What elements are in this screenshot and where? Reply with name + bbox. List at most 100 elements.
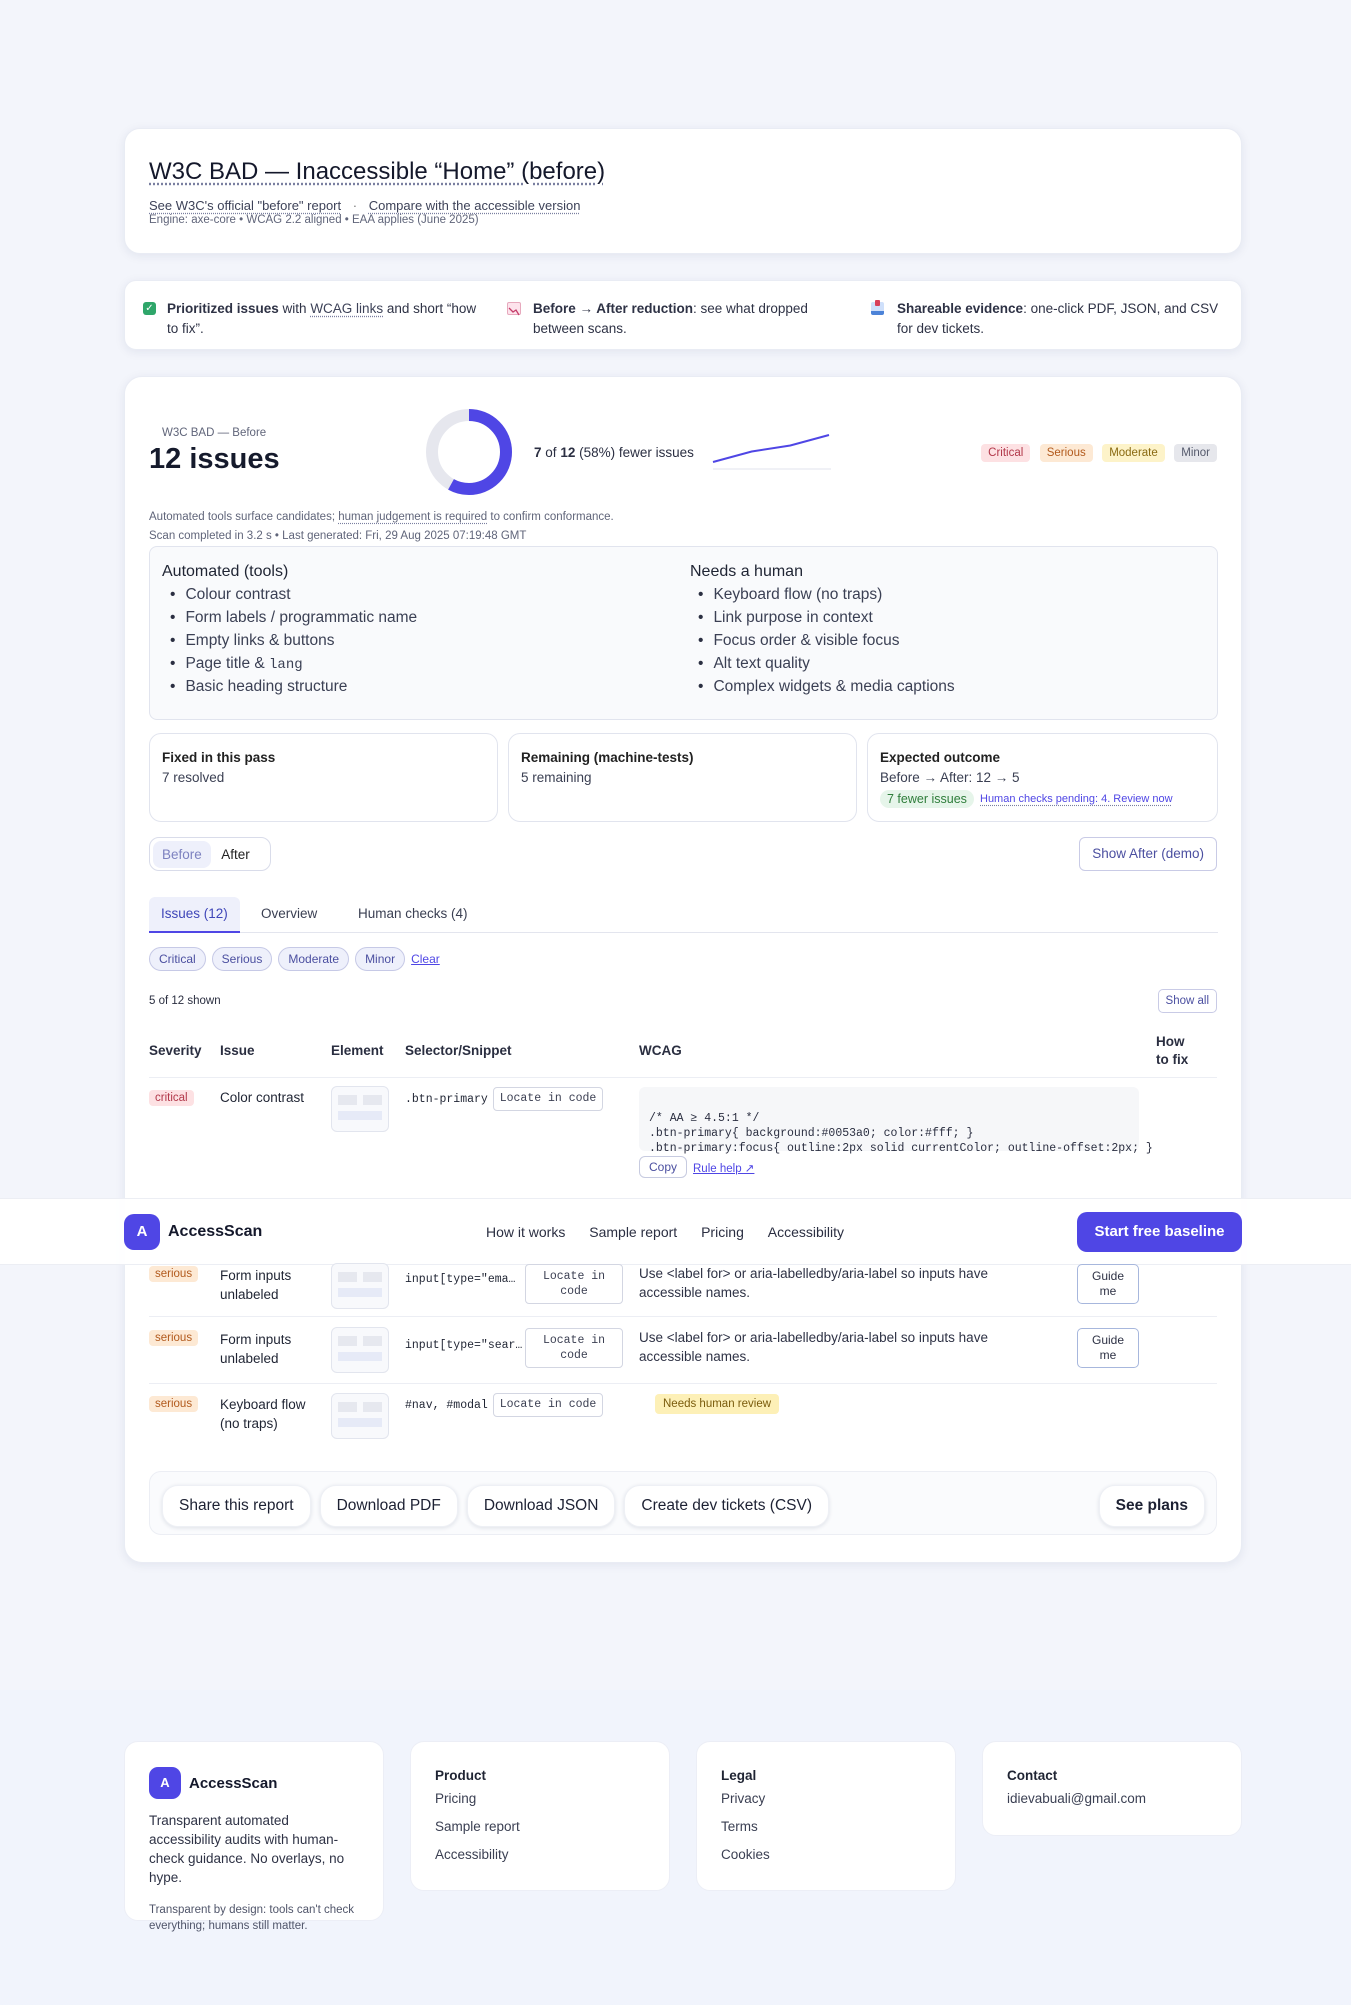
- code-line: .btn-primary:focus{ outline:2px solid cu…: [649, 1142, 1153, 1155]
- legend-serious: Serious: [1039, 444, 1093, 462]
- footer-link-accessibility[interactable]: Accessibility: [435, 1847, 645, 1862]
- footer-link-privacy[interactable]: Privacy: [721, 1791, 931, 1806]
- tab-human-checks[interactable]: Human checks (4): [358, 906, 468, 921]
- show-all-button[interactable]: Show all: [1157, 989, 1217, 1013]
- toggle-before[interactable]: Before: [153, 841, 211, 868]
- selector-snippet: .btn-primary: [405, 1093, 488, 1106]
- trend-sparkline: [712, 434, 831, 470]
- legend-critical: Critical: [981, 444, 1031, 462]
- brand-name[interactable]: AccessScan: [168, 1223, 262, 1241]
- footer-brand-card: A AccessScan Transparent automated acces…: [124, 1741, 384, 1932]
- feature-title: Shareable evidence: [897, 301, 1024, 316]
- code-fix-snippet: /* AA ≥ 4.5:1 */ .btn-primary{ background…: [639, 1087, 1153, 1155]
- nav-how-it-works[interactable]: How it works: [486, 1224, 565, 1240]
- feature-title: Before → After reduction: [533, 301, 694, 316]
- locate-line: code: [560, 1285, 588, 1298]
- copy-button[interactable]: Copy: [639, 1156, 688, 1178]
- issue-line: unlabeled: [220, 1287, 279, 1302]
- col-issue: Issue: [220, 1043, 255, 1058]
- footer-tagline: Transparent automated accessibility audi…: [149, 1813, 345, 1885]
- locate-in-code-button[interactable]: Locate in code: [493, 1393, 603, 1417]
- wcag-links-link[interactable]: WCAG links: [310, 301, 383, 316]
- row-divider: [149, 1316, 1217, 1317]
- locate-in-code-button[interactable]: Locate in code: [525, 1264, 623, 1304]
- automated-title: Automated (tools): [162, 563, 289, 580]
- filter-serious[interactable]: Serious: [211, 947, 273, 971]
- footer-link-terms[interactable]: Terms: [721, 1819, 931, 1834]
- automated-column: Automated (tools) Colour contrast Form l…: [162, 563, 417, 696]
- footer-logo-badge[interactable]: A: [149, 1767, 181, 1799]
- tab-issues[interactable]: Issues (12): [149, 897, 240, 933]
- stat-title: Expected outcome: [880, 750, 1001, 765]
- fix-suggestion: Use <label for> or aria-labelledby/aria-…: [639, 1328, 988, 1366]
- feature-reduction: Before → After reduction: see what dropp…: [507, 299, 852, 339]
- human-judgement-link[interactable]: human judgement is required: [338, 511, 487, 523]
- fixed-stat: Fixed in this pass 7 resolved: [149, 733, 498, 822]
- footer-link-sample-report[interactable]: Sample report: [435, 1819, 645, 1834]
- create-tickets-button[interactable]: Create dev tickets (CSV): [624, 1485, 829, 1527]
- selector-snippet: input[type="sear…: [405, 1339, 523, 1352]
- footer-link-cookies[interactable]: Cookies: [721, 1847, 931, 1862]
- col-severity: Severity: [149, 1043, 202, 1058]
- chart-down-icon: [507, 302, 521, 316]
- footer-link-pricing[interactable]: Pricing: [435, 1791, 645, 1806]
- scan-info: Scan completed in 3.2 s • Last generated…: [149, 530, 527, 542]
- before-count: 12: [560, 445, 576, 460]
- guide-me-button[interactable]: Guide me: [1077, 1264, 1139, 1304]
- download-json-button[interactable]: Download JSON: [466, 1485, 616, 1527]
- item-text: Page title &: [185, 655, 270, 672]
- legend-moderate: Moderate: [1102, 444, 1165, 462]
- feature-strip: ✓ Prioritized issues with WCAG links and…: [124, 280, 1242, 350]
- filter-minor[interactable]: Minor: [355, 947, 406, 971]
- checkbox-icon: ✓: [143, 302, 156, 315]
- list-item: Focus order & visible focus: [698, 632, 955, 650]
- fix-suggestion: Use <label for> or aria-labelledby/aria-…: [639, 1264, 988, 1302]
- start-baseline-button[interactable]: Start free baseline: [1077, 1212, 1242, 1252]
- footer-note: Transparent by design: tools can't check…: [149, 1904, 355, 1932]
- list-item: Colour contrast: [170, 586, 417, 604]
- human-column: Needs a human Keyboard flow (no traps) L…: [690, 563, 955, 696]
- list-item: Form labels / programmatic name: [170, 609, 417, 627]
- feature-title: Prioritized issues: [167, 301, 279, 316]
- element-thumbnail: [331, 1263, 389, 1309]
- nav-pricing[interactable]: Pricing: [701, 1224, 744, 1240]
- guide-me-button[interactable]: Guide me: [1077, 1328, 1139, 1368]
- tab-overview[interactable]: Overview: [261, 906, 317, 921]
- share-report-button[interactable]: Share this report: [162, 1485, 311, 1527]
- filter-critical[interactable]: Critical: [149, 947, 206, 971]
- nav-links: How it works Sample report Pricing Acces…: [486, 1224, 844, 1240]
- footer-contact-email[interactable]: idievabuali@gmail.com: [1007, 1791, 1217, 1806]
- download-pdf-button[interactable]: Download PDF: [319, 1485, 458, 1527]
- toggle-after[interactable]: After: [215, 841, 256, 868]
- human-checks-link[interactable]: Human checks pending: 4. Review now: [980, 793, 1173, 805]
- locate-in-code-button[interactable]: Locate in code: [525, 1328, 623, 1368]
- issue-name: Keyboard flow (no traps): [220, 1395, 306, 1433]
- shown-count: 5 of 12 shown: [149, 995, 221, 1007]
- logo-badge[interactable]: A: [124, 1214, 160, 1250]
- issue-count: 12 issues: [149, 443, 280, 475]
- locate-line: code: [560, 1349, 588, 1362]
- fewer-badge: 7 fewer issues: [880, 790, 974, 808]
- clear-filters-link[interactable]: Clear: [411, 952, 440, 966]
- compare-link[interactable]: Compare with the accessible version: [369, 198, 581, 213]
- filter-moderate[interactable]: Moderate: [278, 947, 350, 971]
- list-item: Complex widgets & media captions: [698, 678, 954, 696]
- see-plans-button[interactable]: See plans: [1098, 1485, 1205, 1527]
- fix-line: Use <label for> or aria-labelledby/aria-…: [639, 1330, 988, 1345]
- col-how-to-fix-line: How: [1156, 1034, 1185, 1049]
- code-line: /* AA ≥ 4.5:1 */: [649, 1112, 760, 1125]
- nav-sample-report[interactable]: Sample report: [589, 1224, 677, 1240]
- legend-minor: Minor: [1174, 444, 1217, 462]
- w3c-before-link[interactable]: See W3C's official "before" report: [149, 198, 341, 213]
- list-item: Basic heading structure: [170, 678, 417, 696]
- locate-line: Locate in: [542, 1270, 606, 1283]
- footer-product-card: Product Pricing Sample report Accessibil…: [410, 1741, 670, 1891]
- checks-comparison: Automated (tools) Colour contrast Form l…: [149, 546, 1218, 720]
- footer-brand[interactable]: AccessScan: [189, 1775, 277, 1792]
- col-wcag: WCAG: [639, 1043, 682, 1058]
- rule-help-link[interactable]: Rule help ↗: [693, 1161, 754, 1175]
- inbox-tray-icon: [871, 300, 884, 315]
- locate-in-code-button[interactable]: Locate in code: [493, 1087, 603, 1111]
- nav-accessibility[interactable]: Accessibility: [768, 1224, 844, 1240]
- show-after-button[interactable]: Show After (demo): [1079, 837, 1217, 871]
